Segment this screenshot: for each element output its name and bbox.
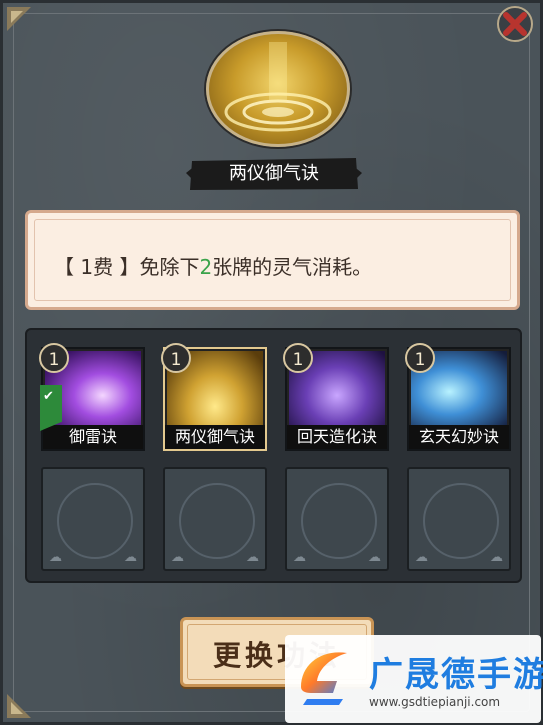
card-name: 回天造化诀 [287,425,387,449]
desc-before: 免除下 [139,255,200,279]
cloud-ornament-icon: ☁ [124,550,137,565]
yin-yang-swirl-icon [224,42,332,132]
cloud-ornament-icon: ☁ [171,550,184,565]
watermark-logo-icon [301,652,347,705]
card-cost: 1 [161,343,191,373]
card-name: 御雷诀 [43,425,143,449]
card-name: 两仪御气诀 [165,425,265,449]
cloud-ornament-icon: ☁ [246,550,259,565]
empty-slot[interactable]: ☁ ☁ [41,467,145,571]
card-cost: 1 [39,343,69,373]
cost-tag: 【 1费 】 [54,255,140,279]
cloud-ornament-icon: ☁ [293,550,306,565]
cloud-ornament-icon: ☁ [49,550,62,565]
card-name: 玄天幻妙诀 [409,425,509,449]
card-slot-1[interactable]: 御雷诀 1 ✔ [39,343,145,451]
watermark: 广晟德手游 www.gsdtiepianji.com [285,635,543,723]
empty-slot[interactable]: ☁ ☁ [407,467,511,571]
watermark-url: www.gsdtiepianji.com [369,695,501,709]
card-cost: 1 [405,343,435,373]
skill-name-banner: 两仪御气诀 [186,155,362,193]
skill-panel: 两仪御气诀 【 1费 】免除下2张牌的灵气消耗。 御雷诀 1 ✔ 两仪御气诀 1… [0,0,543,725]
empty-slot[interactable]: ☁ ☁ [285,467,389,571]
desc-number: 2 [199,255,213,279]
watermark-name: 广晟德手游 [369,655,543,695]
cloud-ornament-icon: ☁ [415,550,428,565]
card-slot-4[interactable]: 玄天幻妙诀 1 [405,343,511,451]
skill-art-large [206,31,350,147]
close-icon[interactable] [496,5,534,43]
desc-after: 张牌的灵气消耗。 [212,255,373,279]
card-slot-2[interactable]: 两仪御气诀 1 [161,343,267,451]
corner-ornament-icon [7,694,31,718]
cloud-ornament-icon: ☁ [368,550,381,565]
card-slot-3[interactable]: 回天造化诀 1 [283,343,389,451]
card-cost: 1 [283,343,313,373]
skill-name: 两仪御气诀 [229,163,319,184]
skill-description-box: 【 1费 】免除下2张牌的灵气消耗。 [25,210,520,310]
skill-description: 【 1费 】免除下2张牌的灵气消耗。 [54,251,372,280]
empty-slot[interactable]: ☁ ☁ [163,467,267,571]
card-grid: 御雷诀 1 ✔ 两仪御气诀 1 回天造化诀 1 玄天幻妙诀 1 ☁ ☁ ☁ ☁ … [25,328,522,583]
cloud-ornament-icon: ☁ [490,550,503,565]
corner-ornament-icon [7,7,31,31]
